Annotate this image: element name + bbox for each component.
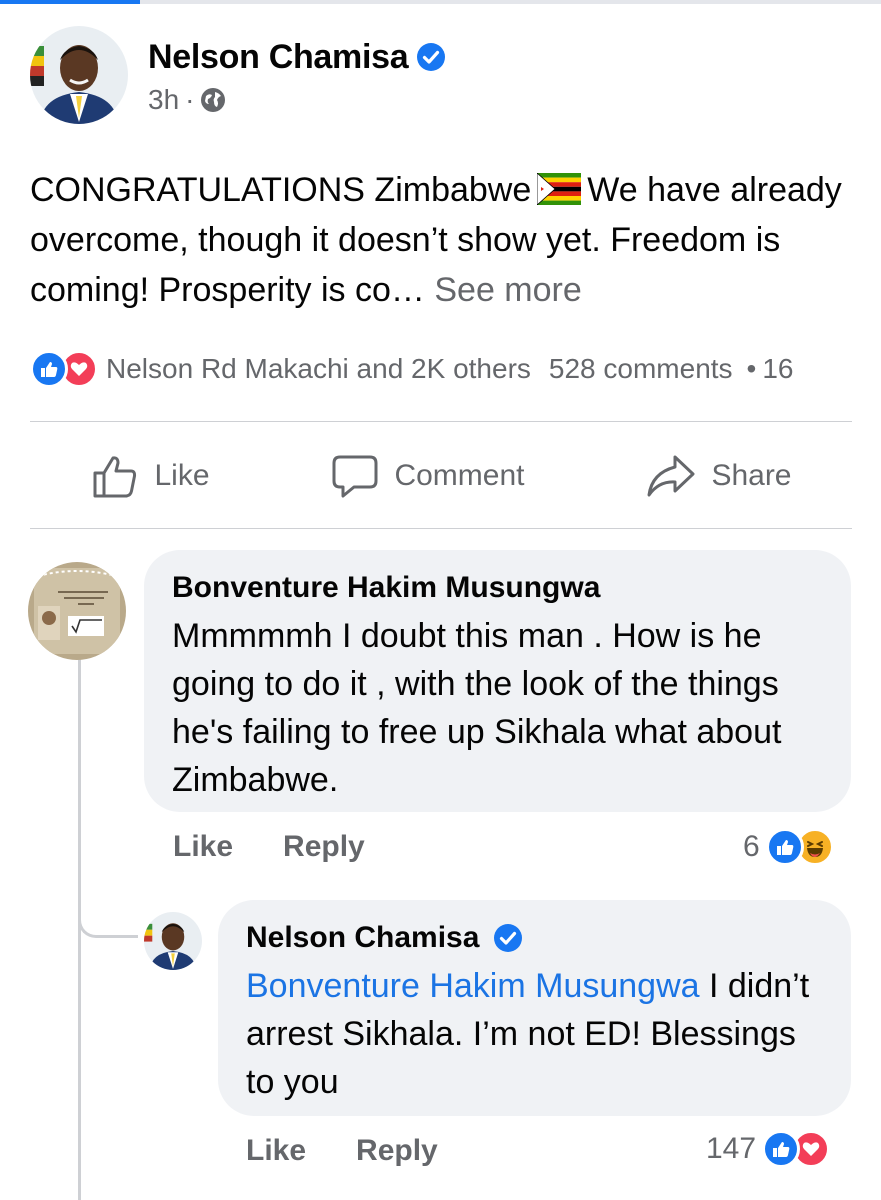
reply-reaction-count: 147 bbox=[706, 1132, 757, 1165]
zimbabwe-flag-icon bbox=[537, 173, 582, 205]
like-reaction-icon bbox=[765, 828, 804, 866]
post-author-name[interactable]: Nelson Chamisa bbox=[148, 38, 409, 77]
reply-actions: Like Reply bbox=[246, 1134, 438, 1168]
reply-reactions[interactable]: 147 bbox=[706, 1130, 831, 1168]
thumbs-up-icon bbox=[93, 456, 137, 498]
mention-link[interactable]: Bonventure Hakim Musungwa bbox=[246, 967, 700, 1005]
divider bbox=[30, 421, 852, 422]
comment-like-button[interactable]: Like bbox=[173, 830, 233, 864]
like-reaction-icon bbox=[762, 1130, 801, 1168]
comment-reaction-count: 6 bbox=[743, 830, 760, 863]
post-action-bar: Like Comment Share bbox=[30, 440, 852, 512]
divider bbox=[30, 528, 852, 529]
like-reaction-icon bbox=[30, 350, 68, 388]
globe-icon bbox=[201, 88, 226, 112]
share-icon bbox=[647, 455, 695, 497]
post-header: Nelson Chamisa 3h · bbox=[30, 26, 446, 124]
reply-like-button[interactable]: Like bbox=[246, 1134, 306, 1168]
comment-actions: Like Reply bbox=[173, 830, 365, 864]
comments-count[interactable]: 528 comments bbox=[549, 353, 733, 385]
comment-reply-button[interactable]: Reply bbox=[283, 830, 365, 864]
active-tab-accent bbox=[0, 0, 140, 4]
comment-label: Comment bbox=[394, 459, 525, 492]
like-button[interactable]: Like bbox=[90, 451, 210, 501]
reply-author[interactable]: Nelson Chamisa bbox=[246, 921, 479, 955]
share-label: Share bbox=[711, 459, 792, 492]
shares-count[interactable]: 16 bbox=[762, 353, 793, 385]
reply-thread-connector bbox=[78, 908, 138, 938]
like-label: Like bbox=[154, 459, 210, 492]
reply-bubble: Nelson Chamisa Bonventure Hakim Musungwa… bbox=[218, 900, 851, 1116]
reply-author-avatar[interactable] bbox=[144, 912, 202, 970]
comment-text: Mmmmmh I doubt this man . How is he goin… bbox=[172, 617, 782, 799]
top-tab-indicator bbox=[0, 0, 881, 4]
share-button[interactable]: Share bbox=[645, 451, 792, 501]
reply-reply-button[interactable]: Reply bbox=[356, 1134, 438, 1168]
see-more-link[interactable]: See more bbox=[434, 271, 581, 309]
post-text-intro: CONGRATULATIONS Zimbabwe bbox=[30, 171, 532, 209]
post-timestamp[interactable]: 3h bbox=[148, 84, 179, 116]
comment-author[interactable]: Bonventure Hakim Musungwa bbox=[172, 568, 823, 608]
reactors-text[interactable]: Nelson Rd Makachi and 2K others bbox=[106, 353, 531, 385]
comment-bubble: Bonventure Hakim Musungwa Mmmmmh I doubt… bbox=[144, 550, 851, 812]
commenter-avatar[interactable] bbox=[28, 562, 126, 660]
summary-separator: • bbox=[746, 353, 757, 384]
post-body: CONGRATULATIONS Zimbabwe We have already… bbox=[30, 165, 860, 315]
comment-button[interactable]: Comment bbox=[330, 451, 525, 501]
verified-badge-icon bbox=[417, 43, 446, 71]
reply-text: Bonventure Hakim Musungwa I didn’t arres… bbox=[246, 962, 823, 1106]
reactions-summary[interactable]: Nelson Rd Makachi and 2K others 528 comm… bbox=[30, 348, 881, 390]
author-avatar[interactable] bbox=[30, 26, 128, 124]
reply-author-row: Nelson Chamisa bbox=[246, 918, 823, 958]
comment-icon bbox=[332, 455, 378, 498]
verified-badge-icon bbox=[494, 924, 523, 952]
comment-reactions[interactable]: 6 bbox=[743, 828, 834, 866]
meta-separator: · bbox=[185, 84, 195, 115]
